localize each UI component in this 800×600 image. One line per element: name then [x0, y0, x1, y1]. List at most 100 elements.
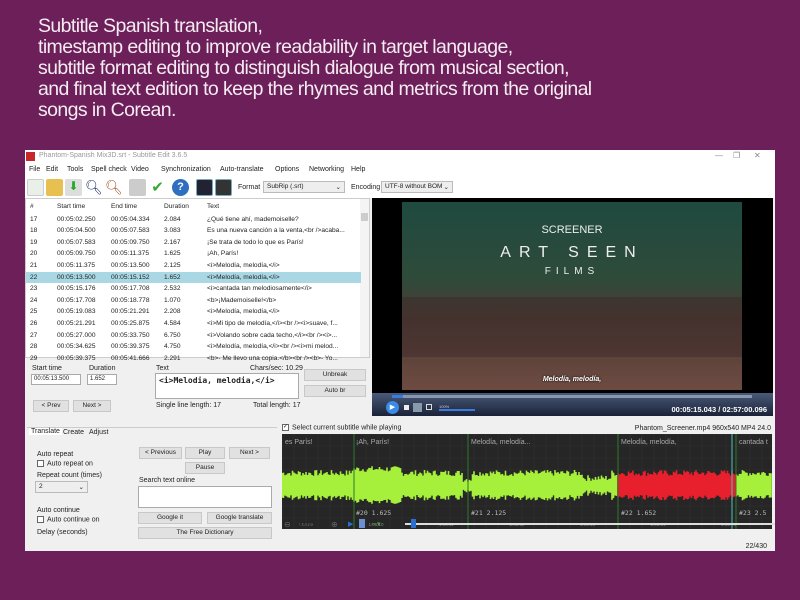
menu-file[interactable]: File — [29, 166, 40, 173]
play-icon[interactable]: ▶ — [386, 401, 399, 414]
table-row[interactable]: 27 00:05:27.000 00:05:33.750 6.750 <i>Voland… — [26, 330, 361, 342]
google-translate-button[interactable]: Google translate — [207, 512, 272, 524]
cell-number: 20 — [30, 250, 38, 258]
toolbar: ⬇ 🔍︎ 🔍︎ ✔ ? Format SubRip (.srt) ⌄ Encodi… — [25, 177, 775, 198]
table-row[interactable]: 29 00:05:39.375 00:05:41.666 2.291 <b>- Me l… — [26, 353, 361, 365]
toggle-icon[interactable] — [359, 519, 365, 528]
waveform-icon[interactable] — [196, 179, 213, 196]
download-icon[interactable]: ⬇ — [65, 179, 82, 196]
status-count: 22/430 — [745, 543, 767, 550]
cell-end: 00:05:17.708 — [111, 285, 150, 293]
cell-text: <i>Melodía, melodía,</i> — [207, 273, 280, 281]
zoom-level[interactable]: 100% — [297, 521, 314, 528]
duration-input[interactable]: 1.652 — [87, 374, 117, 385]
repeat-count-select[interactable]: 2 ⌄ — [35, 481, 88, 493]
table-row[interactable]: 26 00:05:21.291 00:05:25.875 4.584 <i>Mi tip… — [26, 318, 361, 330]
auto-br-button[interactable]: Auto br — [304, 385, 366, 397]
tab-adjust[interactable]: Adjust — [89, 429, 108, 436]
zoom-in-icon[interactable]: ⊕ — [331, 520, 338, 529]
auto-continue-checkbox[interactable]: Auto continue on — [37, 516, 100, 523]
repeat-count-value: 2 — [39, 483, 43, 490]
table-row[interactable]: 22 00:05:13.500 00:05:15.152 1.652 <i>Melodí… — [26, 271, 361, 283]
table-row[interactable]: 23 00:05:15.176 00:05:17.708 2.532 <i>cantad… — [26, 283, 361, 295]
grid-scrollbar[interactable] — [360, 199, 369, 357]
video-info: Phantom_Screener.mp4 960x540 MP4 24.0 — [634, 425, 771, 432]
tab-translate[interactable]: Translate — [29, 428, 62, 435]
google-it-button[interactable]: Google it — [138, 512, 202, 524]
play-button[interactable]: Play — [185, 447, 225, 459]
cell-duration: 2.208 — [164, 308, 181, 316]
link-icon[interactable]: ⇔▾ — [370, 520, 381, 528]
stop-icon[interactable] — [404, 405, 409, 410]
mute-icon[interactable] — [426, 404, 432, 410]
menu-edit[interactable]: Edit — [46, 166, 58, 173]
cell-number: 24 — [30, 296, 38, 304]
menu-spell-check[interactable]: Spell check — [91, 166, 127, 173]
spell-check-icon[interactable]: ✔ — [149, 179, 166, 196]
video-icon[interactable] — [215, 179, 232, 196]
menu-options[interactable]: Options — [275, 166, 299, 173]
encoding-select[interactable]: UTF-8 without BOM ⌄ — [381, 181, 453, 193]
menu-auto-translate[interactable]: Auto-translate — [220, 166, 264, 173]
menu-synchronization[interactable]: Synchronization — [161, 166, 211, 173]
cell-end: 00:05:33.750 — [111, 331, 150, 339]
minimize-button[interactable]: — — [715, 151, 723, 160]
maximize-button[interactable]: ❐ — [733, 151, 740, 160]
seek-bar[interactable] — [392, 395, 752, 398]
unbreak-button[interactable]: Unbreak — [304, 369, 366, 381]
menu-help[interactable]: Help — [351, 166, 365, 173]
next-button[interactable]: Next > — [73, 400, 111, 412]
duration-value: 1.652 — [90, 376, 106, 382]
replace-icon[interactable]: 🔍︎ — [105, 179, 123, 196]
waveform-zoom-slider[interactable] — [405, 519, 775, 528]
start-time-input[interactable]: 00:05:13.500 — [31, 374, 81, 385]
free-dictionary-button[interactable]: The Free Dictionary — [138, 527, 272, 539]
tab-create[interactable]: Create — [63, 429, 84, 436]
previous-button[interactable]: < Previous — [139, 447, 182, 459]
cell-end: 00:05:21.291 — [111, 308, 150, 316]
format-select[interactable]: SubRip (.srt) ⌄ — [263, 181, 345, 193]
help-icon[interactable]: ? — [172, 179, 189, 196]
select-current-checkbox[interactable]: ✓ Select current subtitle while playing — [282, 424, 401, 431]
open-folder-icon[interactable] — [46, 179, 63, 196]
table-row[interactable]: 20 00:05:09.750 00:05:11.375 1.625 ¡Ah, Parí… — [26, 248, 361, 260]
subtitle-text-input[interactable]: <i>Melodia, melodia,</i> — [155, 373, 299, 399]
cell-number: 29 — [30, 354, 38, 362]
table-row[interactable]: 17 00:05:02.250 00:05:04.334 2.084 ¿Qué tien… — [26, 214, 361, 226]
waveform-label: Melodía, melodía, — [621, 439, 677, 446]
window-title: Phantom-Spanish Mix3D.srt - Subtitle Edi… — [39, 152, 188, 159]
next-subtitle-button[interactable]: Next > — [229, 447, 270, 459]
waveform[interactable]: es París! ¡Ah, París! Melodía, melodía... M… — [282, 434, 772, 529]
grid-header[interactable]: # Start time End time Duration Text — [26, 201, 361, 213]
cell-duration: 3.083 — [164, 227, 181, 235]
find-icon[interactable]: 🔍︎ — [85, 179, 103, 196]
table-row[interactable]: 21 00:05:11.375 00:05:13.500 2.125 <i>Melodí… — [26, 260, 361, 272]
table-row[interactable]: 19 00:05:07.583 00:05:09.750 2.167 ¡Se trata… — [26, 237, 361, 249]
zoom-out-icon[interactable]: ⊖ — [284, 520, 291, 529]
volume-slider[interactable] — [439, 409, 475, 411]
cell-duration: 1.070 — [164, 296, 181, 304]
menu-video[interactable]: Video — [131, 166, 149, 173]
table-row[interactable]: 28 00:05:34.625 00:05:39.375 4.750 <i>Melodí… — [26, 341, 361, 353]
close-button[interactable]: ✕ — [754, 151, 761, 160]
new-file-icon[interactable] — [27, 179, 44, 196]
fullscreen-icon[interactable] — [413, 403, 422, 412]
table-row[interactable]: 25 00:05:19.083 00:05:21.291 2.208 <i>Melodí… — [26, 306, 361, 318]
sync-icon[interactable] — [129, 179, 146, 196]
menu-networking[interactable]: Networking — [309, 166, 344, 173]
cell-start: 00:05:04.500 — [57, 227, 96, 235]
table-row[interactable]: 24 00:05:17.708 00:05:18.778 1.070 <b>¡Madem… — [26, 295, 361, 307]
auto-repeat-checkbox[interactable]: Auto repeat on — [37, 460, 93, 467]
auto-repeat-on-label: Auto repeat on — [47, 460, 93, 468]
watermark-films: FILMS — [544, 266, 600, 277]
prev-button[interactable]: < Prev — [33, 400, 69, 412]
table-row[interactable]: 18 00:05:04.500 00:05:07.583 3.083 Es una nu… — [26, 225, 361, 237]
cell-end: End time — [111, 203, 138, 210]
pause-button[interactable]: Pause — [185, 462, 225, 474]
play-selection-icon[interactable]: ▶ — [348, 520, 353, 528]
search-text-input[interactable] — [138, 486, 272, 508]
cell-number: 27 — [30, 331, 38, 339]
caption-line: songs in Corean. — [38, 99, 176, 121]
watermark-screener: SCREENER — [541, 224, 603, 236]
menu-tools[interactable]: Tools — [67, 166, 83, 173]
